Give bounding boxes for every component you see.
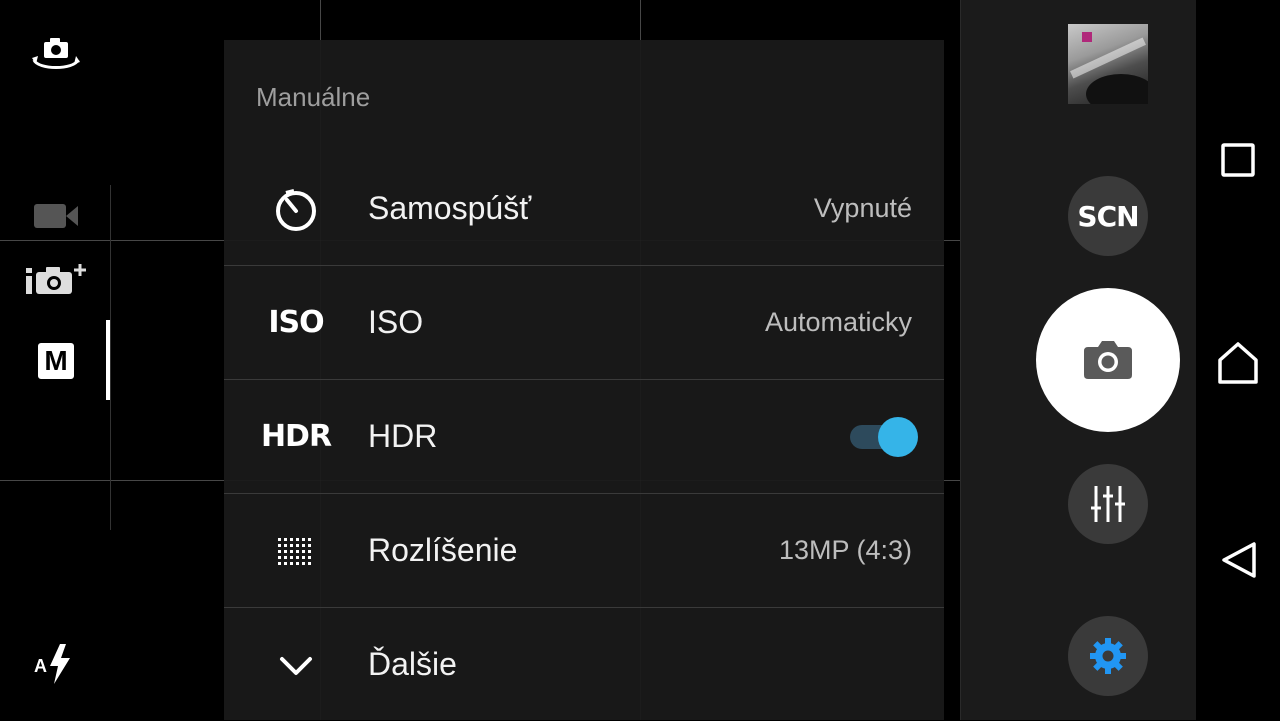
shutter-button[interactable] (1036, 288, 1180, 432)
more-row[interactable]: Ďalšie (224, 607, 944, 720)
manual-settings-button[interactable] (1068, 464, 1148, 544)
mode-rail (110, 185, 111, 530)
hdr-label: HDR (368, 418, 438, 454)
iso-icon: ISO (256, 266, 336, 379)
camera-icon (1084, 341, 1132, 379)
sliders-icon (1091, 486, 1125, 522)
more-label: Ďalšie (368, 646, 457, 682)
self-timer-label: Samospúšť (368, 190, 532, 226)
video-camera-icon[interactable] (32, 200, 80, 232)
iso-label: ISO (368, 304, 424, 340)
mode-selection-indicator (106, 320, 110, 400)
manual-settings-panel: Manuálne Samospúšť Vypnuté ISO ISO Autom… (224, 40, 944, 720)
gear-icon (1090, 638, 1126, 674)
panel-title: Manuálne (256, 82, 371, 112)
self-timer-icon (256, 152, 336, 265)
resolution-value: 13MP (4:3) (778, 535, 912, 565)
manual-mode-icon[interactable]: M (38, 343, 74, 379)
self-timer-row[interactable]: Samospúšť Vypnuté (224, 152, 944, 265)
back-triangle-icon[interactable] (1216, 538, 1260, 582)
intelligent-auto-icon[interactable] (24, 262, 92, 298)
iso-value: Automaticky (764, 307, 912, 337)
resolution-icon (256, 494, 336, 607)
iso-icon-text: ISO (268, 305, 324, 340)
hdr-icon-text: HDR (260, 419, 332, 454)
flash-letter: A (34, 656, 47, 676)
scene-button[interactable]: SCN (1068, 176, 1148, 256)
scene-label: SCN (1077, 199, 1139, 233)
square-icon[interactable] (1216, 138, 1260, 182)
auto-flash-icon[interactable]: A (34, 642, 78, 686)
hdr-toggle[interactable] (850, 417, 918, 457)
self-timer-value: Vypnuté (813, 193, 912, 223)
home-icon[interactable] (1216, 340, 1260, 384)
hdr-row[interactable]: HDR HDR (224, 379, 944, 492)
iso-row[interactable]: ISO ISO Automaticky (224, 265, 944, 378)
settings-button[interactable] (1068, 616, 1148, 696)
resolution-label: Rozlíšenie (368, 532, 518, 568)
chevron-down-icon (256, 608, 336, 721)
toggle-thumb (878, 417, 918, 457)
last-photo-thumbnail[interactable] (1068, 24, 1148, 104)
hdr-icon: HDR (256, 380, 336, 493)
resolution-row[interactable]: Rozlíšenie 13MP (4:3) (224, 493, 944, 606)
camera-switch-icon[interactable] (28, 36, 84, 76)
